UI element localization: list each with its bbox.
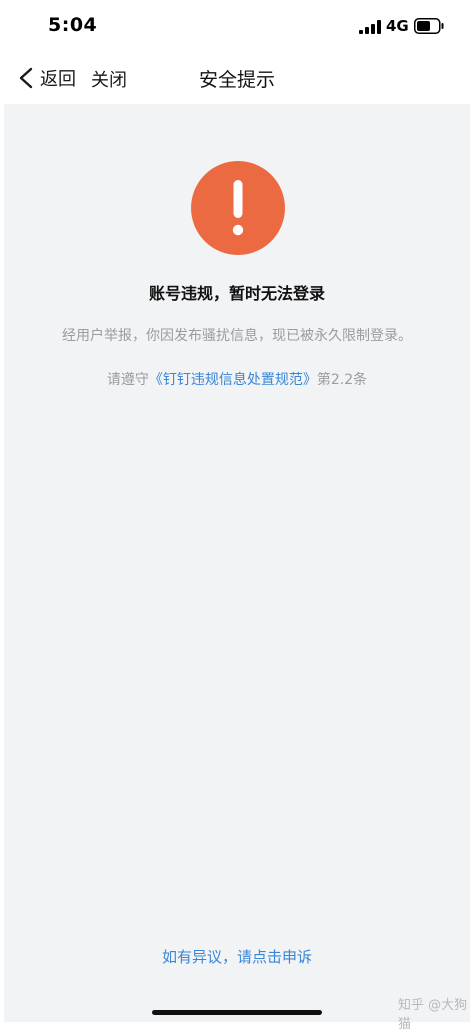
notice-content: 账号违规，暂时无法登录 经用户举报，你因发布骚扰信息，现已被永久限制登录。 请遵… [4,104,470,1022]
status-time: 5:04 [48,14,98,36]
page-title: 安全提示 [198,69,275,91]
rule-suffix: 第2.2条 [316,372,368,388]
notice-description: 经用户举报，你因发布骚扰信息，现已被永久限制登录。 [62,328,412,344]
rule-reference: 请遵守《钉钉违规信息处置规范》第2.2条 [4,369,470,391]
home-indicator [152,1010,322,1015]
rule-policy-link[interactable]: 《钉钉违规信息处置规范》 [149,372,317,388]
status-bar: 5:04 4G [0,0,474,52]
rule-prefix: 请遵守 [106,372,149,388]
appeal-link[interactable]: 如有异议，请点击申诉 [4,946,470,967]
battery-icon [414,18,444,34]
notice-headline: 账号违规，暂时无法登录 [148,284,325,303]
network-type-label: 4G [386,17,409,35]
exclamation-warning-icon [191,161,285,255]
watermark: 知乎 @大狗猫 [398,998,468,1032]
navigation-bar: 返回 关闭 安全提示 [0,52,474,104]
cellular-signal-icon [359,20,381,34]
